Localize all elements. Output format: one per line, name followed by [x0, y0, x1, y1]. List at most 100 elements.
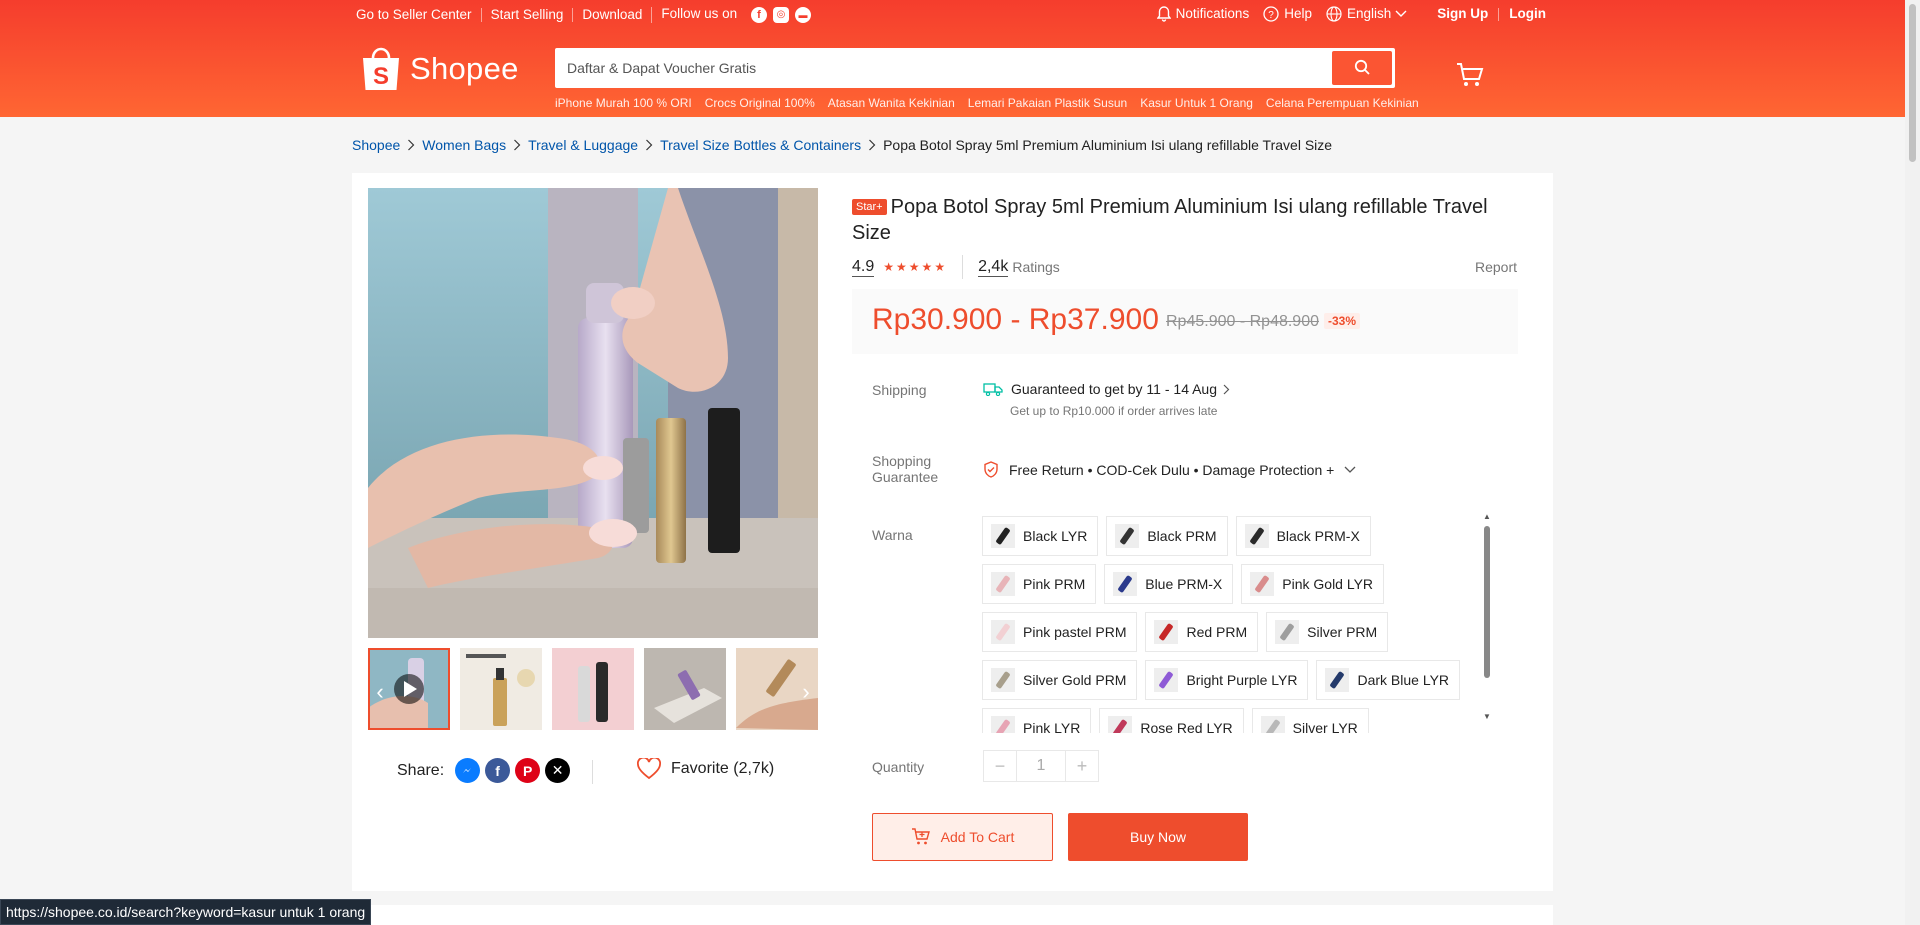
original-price: Rp45.900 - Rp48.900: [1166, 313, 1319, 330]
site-header: Go to Seller Center Start Selling Downlo…: [0, 0, 1905, 117]
cart-button[interactable]: [1456, 62, 1484, 91]
download-link[interactable]: Download: [572, 8, 651, 22]
seller-center-link[interactable]: Go to Seller Center: [356, 8, 481, 22]
bell-icon: [1156, 6, 1171, 22]
help-label: Help: [1284, 6, 1312, 21]
language-selector[interactable]: English: [1326, 6, 1407, 22]
ratings-count[interactable]: 2,4k: [978, 258, 1009, 277]
notifications-link[interactable]: Notifications: [1156, 6, 1249, 22]
help-link[interactable]: ? Help: [1263, 6, 1312, 22]
variant-label: Silver PRM: [1307, 624, 1378, 640]
breadcrumb-link[interactable]: Women Bags: [422, 137, 506, 153]
variant-option[interactable]: Pink Gold LYR: [1241, 564, 1385, 604]
facebook-icon[interactable]: f: [750, 7, 767, 23]
variant-scrollbar[interactable]: ▲ ▼: [1481, 512, 1493, 724]
guarantee-dropdown[interactable]: Free Return • COD-Cek Dulu • Damage Prot…: [983, 461, 1356, 478]
instagram-icon[interactable]: ◎: [772, 7, 789, 23]
scrollbar-thumb[interactable]: [1484, 526, 1490, 678]
line-icon[interactable]: ▬: [794, 7, 811, 23]
suggestion-link[interactable]: iPhone Murah 100 % ORI: [555, 96, 692, 110]
shipping-subtext: Get up to Rp10.000 if order arrives late: [1010, 404, 1218, 418]
breadcrumb-link[interactable]: Shopee: [352, 137, 400, 153]
suggestion-link[interactable]: Kasur Untuk 1 Orang: [1140, 96, 1253, 110]
variant-option[interactable]: Dark Blue LYR: [1316, 660, 1461, 700]
star-icon: ★: [896, 260, 907, 274]
variant-swatch-bottle: [1279, 622, 1295, 642]
search-input[interactable]: [567, 56, 1327, 80]
variant-option[interactable]: Silver LYR: [1251, 708, 1369, 733]
variant-label: Bright Purple LYR: [1186, 672, 1298, 688]
search-button[interactable]: [1332, 51, 1392, 85]
divider: [962, 255, 964, 279]
variant-option[interactable]: Pink PRM: [982, 564, 1097, 604]
thumbnail-image[interactable]: [644, 648, 726, 730]
suggestion-link[interactable]: Celana Perempuan Kekinian: [1266, 96, 1419, 110]
variant-option[interactable]: Silver Gold PRM: [982, 660, 1138, 700]
add-to-cart-button[interactable]: Add To Cart: [872, 813, 1053, 861]
breadcrumb-link[interactable]: Travel & Luggage: [528, 137, 638, 153]
variant-option[interactable]: Blue PRM-X: [1104, 564, 1234, 604]
chevron-right-icon: ›: [802, 679, 810, 704]
suggestion-link[interactable]: Lemari Pakaian Plastik Susun: [968, 96, 1127, 110]
sign-up-link[interactable]: Sign Up: [1437, 6, 1488, 22]
chevron-right-icon: [645, 139, 653, 151]
logo-text: Shopee: [410, 51, 519, 86]
variant-option[interactable]: Rose Red LYR: [1099, 708, 1244, 733]
pinterest-icon[interactable]: P: [515, 758, 541, 783]
scrollbar-thumb[interactable]: [1909, 4, 1916, 162]
variant-swatch: [1154, 668, 1179, 692]
increase-button[interactable]: +: [1066, 751, 1098, 781]
variant-option[interactable]: Silver PRM: [1266, 612, 1389, 652]
variant-option[interactable]: Bright Purple LYR: [1145, 660, 1309, 700]
variant-list: Black LYR Black PRM Black PRM-X Pink PRM Blu…: [982, 516, 1484, 733]
favorite-label: Favorite (2,7k): [671, 760, 775, 777]
favorite-button[interactable]: Favorite (2,7k): [637, 758, 774, 780]
messenger-icon[interactable]: [455, 758, 481, 783]
start-selling-link[interactable]: Start Selling: [480, 8, 573, 22]
report-link[interactable]: Report: [1475, 259, 1517, 275]
x-twitter-icon[interactable]: ✕: [545, 758, 571, 783]
variant-swatch: [1154, 620, 1179, 644]
chevron-right-icon: [513, 139, 521, 151]
facebook-share-icon[interactable]: f: [485, 758, 511, 783]
variant-swatch: [1113, 572, 1138, 596]
variant-label: Black LYR: [1023, 528, 1088, 544]
variant-swatch-bottle: [1119, 526, 1135, 546]
decrease-button[interactable]: −: [984, 751, 1016, 781]
divider: [592, 760, 593, 784]
scroll-up-icon[interactable]: ▲: [1483, 512, 1491, 521]
top-bar: Go to Seller Center Start Selling Downlo…: [351, 0, 1546, 30]
variant-option[interactable]: Pink pastel PRM: [982, 612, 1138, 652]
product-main-image[interactable]: [368, 188, 818, 638]
quantity-input[interactable]: 1: [1016, 751, 1066, 781]
next-section: [352, 905, 1553, 925]
thumbnail-prev-button[interactable]: ‹: [368, 676, 392, 708]
shipping-link[interactable]: Guaranteed to get by 11 - 14 Aug: [983, 381, 1230, 397]
variant-option[interactable]: Black PRM-X: [1235, 516, 1371, 556]
page-scrollbar[interactable]: [1905, 0, 1920, 925]
variant-option[interactable]: Black LYR: [982, 516, 1099, 556]
add-to-cart-label: Add To Cart: [940, 829, 1015, 845]
search-suggestions: iPhone Murah 100 % ORI Crocs Original 10…: [555, 96, 1432, 110]
rating-value[interactable]: 4.9: [852, 258, 875, 277]
guarantee-label: Shopping Guarantee: [872, 453, 938, 485]
quantity-stepper: − 1 +: [983, 750, 1099, 782]
login-link[interactable]: Login: [1509, 6, 1546, 22]
star-icon: ★: [908, 260, 920, 274]
buy-now-button[interactable]: Buy Now: [1068, 813, 1248, 861]
variant-swatch-bottle: [995, 670, 1011, 690]
variant-label: Red PRM: [1186, 624, 1248, 640]
variant-option[interactable]: Pink LYR: [982, 708, 1092, 733]
suggestion-link[interactable]: Crocs Original 100%: [705, 96, 815, 110]
chevron-left-icon: ‹: [376, 679, 384, 704]
variant-label: Warna: [872, 527, 913, 543]
variant-option[interactable]: Black PRM: [1106, 516, 1228, 556]
thumbnail-image[interactable]: [552, 648, 634, 730]
thumbnail-next-button[interactable]: ›: [794, 676, 818, 708]
shopee-logo[interactable]: S Shopee: [360, 46, 519, 92]
variant-option[interactable]: Red PRM: [1145, 612, 1259, 652]
suggestion-link[interactable]: Atasan Wanita Kekinian: [828, 96, 955, 110]
thumbnail-image[interactable]: [460, 648, 542, 730]
breadcrumb-link[interactable]: Travel Size Bottles & Containers: [660, 137, 861, 153]
scroll-down-icon[interactable]: ▼: [1483, 712, 1491, 721]
